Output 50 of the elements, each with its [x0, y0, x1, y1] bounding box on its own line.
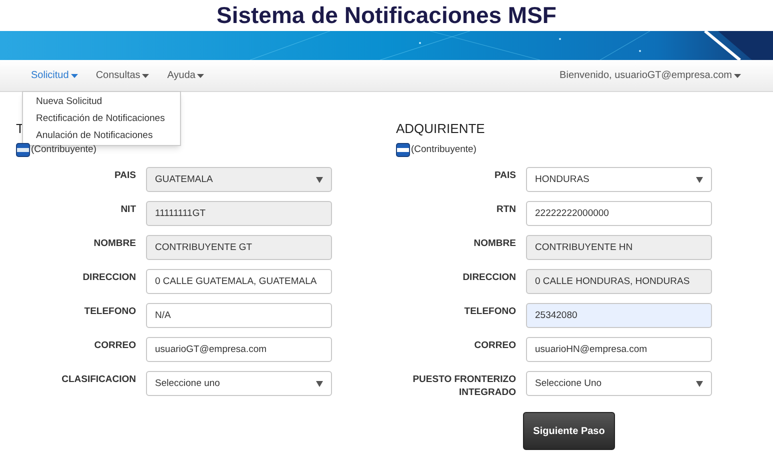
section-heading: ADQUIRIENTE [396, 122, 485, 135]
dropdown-item[interactable]: Rectificación de Notificaciones [23, 110, 180, 127]
section-subtitle: (Contribuyente) [31, 143, 96, 157]
select-field[interactable]: Seleccione uno [146, 371, 332, 396]
input-field[interactable]: 0 CALLE HONDURAS, HONDURAS [526, 269, 712, 294]
caret-icon [70, 74, 78, 78]
field-label: CORREO [473, 339, 516, 354]
field-label: NOMBRE [472, 237, 516, 252]
select-field[interactable]: GUATEMALA [146, 167, 332, 192]
input-field[interactable]: 0 CALLE GUATEMALA, GUATEMALA [146, 269, 332, 294]
dropdown-arrow-icon [696, 380, 703, 387]
field-label: TELEFONO [463, 305, 516, 320]
menu-item[interactable]: Ayuda [167, 68, 204, 83]
field-label: NOMBRE [92, 237, 136, 252]
select-field[interactable]: Seleccione Uno [526, 371, 712, 396]
app-title: Sistema de Notificaciones MSF [216, 4, 556, 27]
dropdown-arrow-icon [316, 380, 323, 387]
field-label: CLASIFICACION [60, 373, 136, 388]
caret-icon [142, 74, 150, 78]
field-label: DIRECCION [82, 271, 136, 286]
caret-icon [734, 74, 741, 78]
input-field[interactable]: CONTRIBUYENTE GT [146, 235, 332, 260]
field-label: NIT [120, 203, 136, 218]
field-label: DIRECCION [462, 271, 516, 286]
field-label: TELEFONO [83, 305, 136, 320]
user-menu[interactable]: Bienvenido, usuarioGT@empresa.com [560, 68, 741, 83]
input-field[interactable]: 22222222000000 [526, 201, 712, 226]
menu-item[interactable]: Solicitud [31, 68, 78, 83]
input-field[interactable]: N/A [146, 303, 332, 328]
flag-icon [16, 143, 30, 158]
flag-icon [396, 143, 410, 158]
dropdown-arrow-icon [316, 176, 323, 183]
field-label: CORREO [93, 339, 136, 354]
input-field[interactable]: usuarioGT@empresa.com [146, 337, 332, 362]
caret-icon [197, 74, 204, 78]
next-step-button[interactable]: Siguiente Paso [523, 412, 615, 450]
select-field[interactable]: HONDURAS [526, 167, 712, 192]
menu-item[interactable]: Consultas [96, 68, 150, 83]
field-label: PUESTO FRONTERIZO INTEGRADO [412, 373, 516, 400]
field-label: PAIS [494, 169, 516, 184]
dropdown-item[interactable]: Nueva Solicitud [23, 93, 180, 110]
input-field[interactable]: CONTRIBUYENTE HN [526, 235, 712, 260]
dropdown-item[interactable]: Anulación de Notificaciones [23, 127, 180, 144]
input-field[interactable]: usuarioHN@empresa.com [526, 337, 712, 362]
input-field[interactable]: 25342080 [526, 303, 712, 328]
field-label: RTN [495, 203, 516, 218]
field-label: PAIS [114, 169, 136, 184]
input-field[interactable]: 11111111GT [146, 201, 332, 226]
dropdown-arrow-icon [696, 176, 703, 183]
section-subtitle: (Contribuyente) [411, 143, 476, 157]
